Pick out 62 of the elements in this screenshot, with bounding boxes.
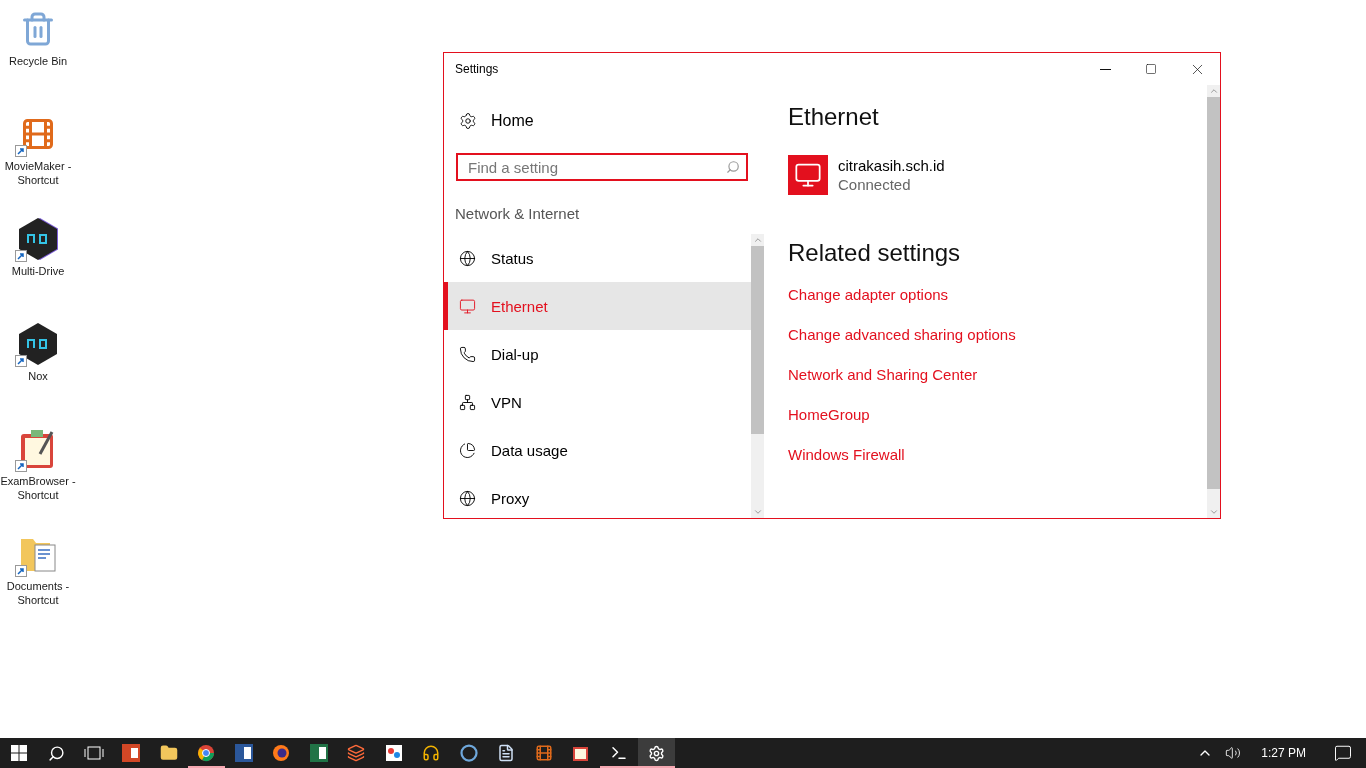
settings-link[interactable]: HomeGroup	[788, 401, 870, 441]
windows-logo-icon	[10, 745, 27, 761]
speaker-icon	[1225, 745, 1242, 761]
slides-app-icon	[122, 744, 141, 762]
desktop-icon-label[interactable]: MovieMaker - Shortcut	[0, 159, 76, 187]
settings-link[interactable]: Change adapter options	[788, 281, 949, 321]
globe-icon	[459, 489, 476, 507]
ethernet-monitor-icon	[788, 155, 828, 195]
desktop-icon-label[interactable]: Recycle Bin	[0, 54, 76, 68]
clock[interactable]: 1:27 PM	[1247, 738, 1320, 768]
nav-item[interactable]: Ethernet	[444, 282, 751, 330]
folder-icon	[159, 744, 178, 762]
speech-bubble-icon	[1334, 744, 1352, 762]
terminal-icon	[609, 744, 628, 762]
search-field[interactable]: Find a setting	[456, 153, 748, 181]
taskbar-app-button[interactable]	[637, 738, 675, 768]
windows-stack-icon	[347, 744, 366, 762]
desktop-icon-label[interactable]: ExamBrowser - Shortcut	[0, 474, 76, 502]
paint-app-icon	[384, 744, 403, 762]
desktop-icon-label[interactable]: Multi-Drive	[0, 264, 76, 278]
film-icon	[20, 116, 56, 152]
nav-item[interactable]: Status	[444, 234, 751, 282]
network-icon	[459, 393, 476, 411]
pie-chart-icon	[459, 441, 476, 459]
film-icon	[534, 744, 553, 762]
nav-item[interactable]: Proxy	[444, 474, 751, 518]
hexagon-icon	[18, 217, 58, 261]
search-icon	[726, 160, 740, 174]
monitor-icon	[459, 297, 476, 315]
ring-icon	[459, 744, 478, 762]
search-icon	[47, 744, 65, 762]
globe-icon	[459, 249, 476, 267]
desktop-icon-label[interactable]: Documents - Shortcut	[0, 579, 76, 607]
page-title: Ethernet	[788, 103, 880, 131]
section-heading: Network & Internet	[455, 205, 581, 222]
spreadsheet-app-icon	[309, 744, 328, 762]
browser-icon	[272, 744, 291, 762]
connection-name[interactable]: citrakasih.sch.id	[838, 157, 945, 174]
hexagon-icon	[18, 322, 58, 366]
nav-item[interactable]: VPN	[444, 378, 751, 426]
recycle-bin-icon	[20, 11, 56, 47]
settings-icon	[459, 112, 477, 130]
document-icon	[497, 744, 516, 762]
settings-link[interactable]: Change advanced sharing options	[788, 321, 1016, 361]
browser-icon	[197, 744, 216, 762]
window-title: Settings	[455, 62, 500, 76]
maximize-icon	[1145, 63, 1157, 75]
nav-item[interactable]: Data usage	[444, 426, 751, 474]
home-nav-item[interactable]: Home	[444, 101, 751, 141]
document-app-icon	[234, 744, 253, 762]
settings-link[interactable]: Network and Sharing Center	[788, 361, 978, 401]
connection-status: Connected	[838, 176, 912, 193]
phone-icon	[459, 345, 476, 363]
nav-item[interactable]: Dial-up	[444, 330, 751, 378]
task-view-icon	[83, 745, 104, 761]
minimize-icon	[1099, 68, 1111, 70]
notebook-icon	[572, 744, 591, 762]
settings-link[interactable]: Windows Firewall	[788, 441, 905, 481]
headphones-icon	[422, 744, 441, 762]
desktop-icon-label[interactable]: Nox	[0, 369, 76, 383]
section-heading: Related settings	[788, 239, 962, 267]
settings-icon	[647, 744, 665, 762]
